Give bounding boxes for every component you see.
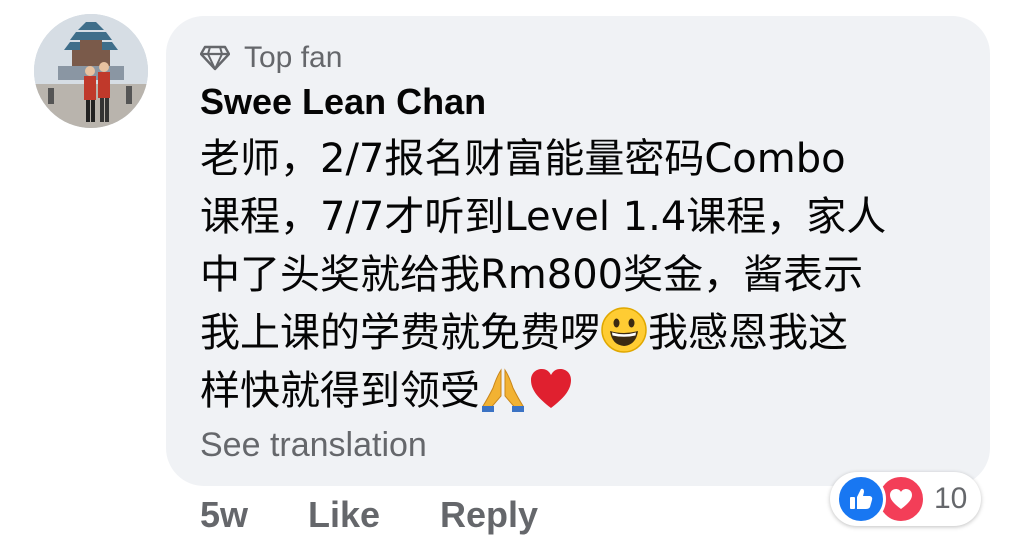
diamond-icon — [200, 45, 230, 71]
avatar[interactable] — [34, 14, 148, 128]
folded-hands-emoji-icon — [482, 368, 524, 412]
comment-item: Top fan Swee Lean Chan 老师，2/7报名财富能量密码Com… — [0, 0, 1024, 552]
see-translation-link[interactable]: See translation — [200, 424, 427, 466]
comment-line: 样快就得到领受 — [200, 362, 960, 420]
comment-line-segment: 我感恩我这 — [648, 310, 848, 356]
comment-line: 我上课的学费就免费啰 我感恩我这 — [200, 304, 960, 362]
comment-timestamp[interactable]: 5w — [200, 494, 308, 536]
comment-line-segment: 我上课的学费就免费啰 — [200, 310, 600, 356]
comment-line: 课程，7/7才听到Level 1.4课程，家人 — [200, 194, 887, 240]
red-heart-emoji-icon — [531, 369, 571, 408]
comment-line: 中了头奖就给我Rm800奖金，酱表示 — [200, 252, 864, 298]
like-button[interactable]: Like — [308, 494, 440, 536]
avatar-photo — [34, 14, 148, 128]
top-fan-badge: Top fan — [200, 40, 342, 76]
comment-bubble: Top fan Swee Lean Chan 老师，2/7报名财富能量密码Com… — [166, 16, 990, 486]
comment-text: 老师，2/7报名财富能量密码Combo 课程，7/7才听到Level 1.4课程… — [200, 130, 960, 420]
badge-label: Top fan — [244, 41, 343, 74]
like-icon — [836, 474, 886, 524]
reactions-summary[interactable]: 10 — [830, 472, 982, 526]
comment-author[interactable]: Swee Lean Chan — [200, 80, 486, 124]
reply-button[interactable]: Reply — [440, 494, 538, 536]
comment-line-segment: 样快就得到领受 — [200, 368, 480, 414]
comment-line: 老师，2/7报名财富能量密码Combo — [200, 136, 846, 182]
comment-actions: 5w Like Reply — [200, 494, 538, 536]
grinning-face-emoji-icon — [601, 307, 647, 353]
reaction-count: 10 — [934, 482, 968, 515]
